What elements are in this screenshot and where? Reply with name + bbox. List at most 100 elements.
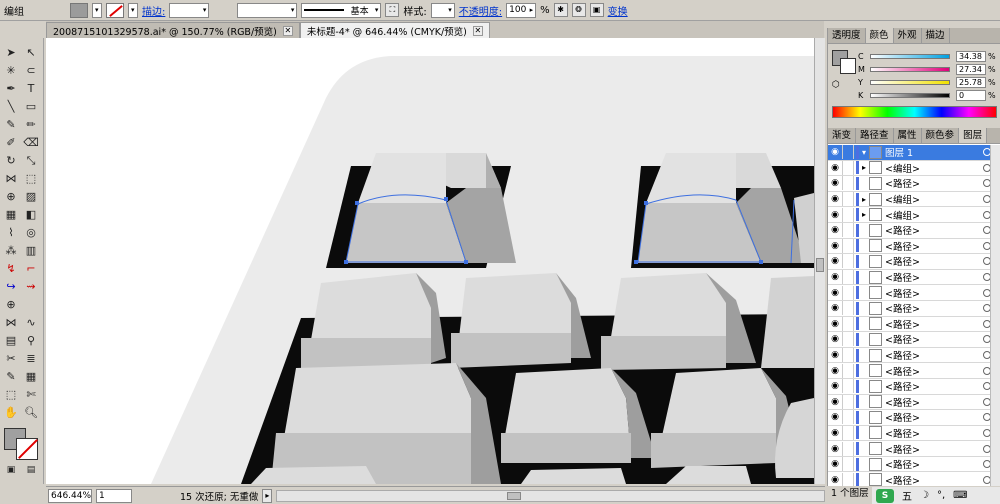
lock-toggle[interactable] <box>842 332 854 347</box>
layer-row[interactable]: ◉ <路径> <box>828 441 1000 457</box>
layer-name[interactable]: <路径> <box>885 457 983 471</box>
doc-tab-1[interactable]: 2008715101329578.ai* @ 150.77% (RGB/预览) … <box>46 22 300 38</box>
eye-icon[interactable]: ◉ <box>828 163 842 173</box>
lock-toggle[interactable] <box>842 316 854 331</box>
artboard-2-tool-icon[interactable]: ⬚ <box>2 386 20 403</box>
play-icon[interactable]: ▸ <box>262 488 273 503</box>
eye-icon[interactable]: ◉ <box>828 444 842 454</box>
eye-icon[interactable]: ◉ <box>828 475 842 485</box>
layer-name[interactable]: <路径> <box>885 410 983 424</box>
lock-toggle[interactable] <box>842 348 854 363</box>
layer-name[interactable]: <编组> <box>885 161 983 175</box>
eye-icon[interactable]: ◉ <box>828 366 842 376</box>
magenta-value[interactable]: 27.34 <box>956 64 986 75</box>
layer-row[interactable]: ◉ <路径> <box>828 301 1000 317</box>
layer-row[interactable]: ◉ <路径> <box>828 457 1000 473</box>
crosshair-icon[interactable]: ⊕ <box>2 296 20 313</box>
layer-row[interactable]: ◉ <路径> <box>828 316 1000 333</box>
tab-appearance[interactable]: 外观 <box>894 28 922 43</box>
puppet-tool-icon[interactable]: ⚲ <box>22 332 40 349</box>
layer-row-selected[interactable]: ◉ ▾ 图层 1 <box>828 145 1000 161</box>
opacity-link[interactable]: 不透明度: <box>459 3 502 18</box>
expand-triangle-icon[interactable]: ▸ <box>859 195 869 204</box>
layer-row[interactable]: ◉ <路径> <box>828 332 1000 348</box>
opacity-field[interactable]: 100 ▸ <box>506 2 537 18</box>
eyedropper-tool-icon[interactable]: ⌇ <box>2 224 20 241</box>
hand-2-tool-icon[interactable]: ✋ <box>2 404 20 421</box>
layer-row[interactable]: ◉ <路径> <box>828 238 1000 255</box>
layer-row[interactable]: ◉ <路径> <box>828 348 1000 364</box>
stroke-swatch[interactable] <box>16 438 38 460</box>
lock-toggle[interactable] <box>842 192 854 207</box>
measure-tool-icon[interactable]: ▦ <box>22 368 40 385</box>
layer-name[interactable]: <路径> <box>885 317 983 331</box>
tab-pathfinder[interactable]: 路径查 <box>856 128 894 143</box>
layer-row[interactable]: ◉ <路径> <box>828 254 1000 270</box>
layer-name[interactable]: <路径> <box>885 332 983 346</box>
layer-row[interactable]: ◉ <路径> <box>828 379 1000 395</box>
eye-icon[interactable]: ◉ <box>828 288 842 298</box>
layer-name[interactable]: <路径> <box>885 301 983 315</box>
type-tool-icon[interactable]: T <box>22 80 40 97</box>
canvas-vertical-scrollbar[interactable] <box>814 38 825 484</box>
style-dropdown[interactable]: ▾ <box>430 2 455 18</box>
layer-row[interactable]: ◉ ▸ <编组> <box>828 207 1000 223</box>
eye-icon[interactable]: ◉ <box>828 412 842 422</box>
punctuation-icon[interactable]: °, <box>937 490 945 501</box>
layer-name[interactable]: <路径> <box>885 254 983 268</box>
slice-tool-icon[interactable]: ⌐ <box>22 260 40 277</box>
eraser-tool-icon[interactable]: ⌫ <box>22 134 40 151</box>
moon-icon[interactable]: ☽ <box>920 490 929 501</box>
slice-2-tool-icon[interactable]: ✄ <box>22 386 40 403</box>
paintbrush-tool-icon[interactable]: ✎ <box>2 116 20 133</box>
layer-name[interactable]: <路径> <box>885 426 983 440</box>
layer-name[interactable]: <路径> <box>885 223 983 237</box>
rectangle-tool-icon[interactable]: ▭ <box>22 98 40 115</box>
yellow-value[interactable]: 25.78 <box>956 77 986 88</box>
lock-toggle[interactable] <box>842 441 854 456</box>
layer-row[interactable]: ◉ <路径> <box>828 223 1000 239</box>
shape-builder-tool-icon[interactable]: ⊕ <box>2 188 20 205</box>
tab-stroke[interactable]: 描边 <box>922 28 950 43</box>
lock-toggle[interactable] <box>842 410 854 425</box>
eye-icon[interactable]: ◉ <box>828 334 842 344</box>
expand-triangle-icon[interactable]: ▸ <box>859 163 869 172</box>
variable-width-profile[interactable]: ▾ <box>237 2 298 18</box>
free-transform-tool-icon[interactable]: ⬚ <box>22 170 40 187</box>
eye-icon[interactable]: ◉ <box>828 272 842 282</box>
layer-row[interactable]: ◉ <路径> <box>828 176 1000 192</box>
scroll-thumb[interactable] <box>816 258 824 272</box>
expand-triangle-icon[interactable]: ▸ <box>859 210 869 219</box>
symbol-sprayer-tool-icon[interactable]: ⁂ <box>2 242 20 259</box>
eye-icon[interactable]: ◉ <box>828 381 842 391</box>
scale-tool-icon[interactable]: ⤡ <box>22 152 40 169</box>
lock-toggle[interactable] <box>842 270 854 285</box>
layer-row[interactable]: ◉ ▸ <编组> <box>828 192 1000 208</box>
graphic-style-icon[interactable]: ⛶ <box>385 3 400 17</box>
transform-link[interactable]: 变换 <box>608 3 628 18</box>
direct-selection-tool-icon[interactable]: ↖ <box>22 44 40 61</box>
keyboard-icon[interactable]: ⌨ <box>953 490 967 501</box>
column-graph-tool-icon[interactable]: ▥ <box>22 242 40 259</box>
stroke-color-button[interactable] <box>106 2 124 18</box>
eye-icon[interactable]: ◉ <box>828 256 842 266</box>
lock-toggle[interactable] <box>842 238 854 253</box>
cyan-slider[interactable]: C 34.38 % <box>828 50 1000 63</box>
zoom-field[interactable]: 646.44% <box>48 488 92 503</box>
pen-tool-icon[interactable]: ✒ <box>2 80 20 97</box>
lock-toggle[interactable] <box>842 394 854 409</box>
layer-row[interactable]: ◉ <路径> <box>828 410 1000 426</box>
zoom-2-tool-icon[interactable]: 🔍︎ <box>22 404 40 421</box>
eye-icon[interactable]: ◉ <box>828 397 842 407</box>
lock-toggle[interactable] <box>842 425 854 440</box>
screen-mode-icon[interactable]: ▤ <box>22 462 40 479</box>
layer-row[interactable]: ◉ <路径> <box>828 363 1000 379</box>
layer-row[interactable]: ◉ <路径> <box>828 425 1000 442</box>
draw-mode-icon[interactable]: ▣ <box>2 462 20 479</box>
live-paint-tool-icon[interactable]: ▨ <box>22 188 40 205</box>
hand-tool-icon[interactable]: ↪ <box>2 278 20 295</box>
layer-name[interactable]: <路径> <box>885 348 983 362</box>
eye-icon[interactable]: ◉ <box>828 194 842 204</box>
eye-icon[interactable]: ◉ <box>828 147 842 157</box>
stroke-dropdown[interactable]: ▾ <box>128 2 138 18</box>
